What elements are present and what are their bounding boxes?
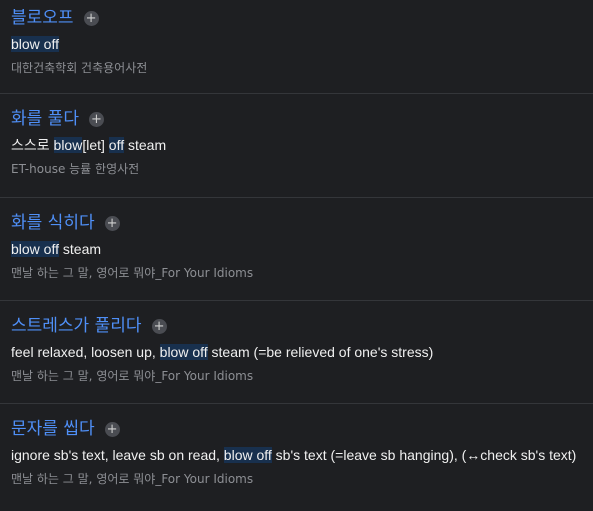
meaning-text: 스스로 xyxy=(11,137,54,153)
entry-header: 문자를 씹다 + xyxy=(11,417,593,441)
dictionary-entry: 화를 풀다 + 스스로 blow[let] off steam ET-house 능률… xyxy=(0,94,593,198)
entry-meaning: 스스로 blow[let] off steam xyxy=(11,135,593,155)
entry-title-link[interactable]: 화를 식히다 xyxy=(11,211,95,235)
entry-title-link[interactable]: 화를 풀다 xyxy=(11,107,79,131)
highlighted-term: off xyxy=(108,137,125,153)
meaning-text: steam xyxy=(124,137,167,153)
dictionary-entry: 블로오프 + blow off 대한건축학회 건축용어사전 xyxy=(0,0,593,94)
entry-title-link[interactable]: 문자를 씹다 xyxy=(11,417,95,441)
highlighted-term: blow xyxy=(53,137,83,153)
plus-icon: + xyxy=(85,10,97,26)
entry-header: 화를 식히다 + xyxy=(11,211,593,235)
dictionary-entry-list: 블로오프 + blow off 대한건축학회 건축용어사전화를 풀다 + 스스로 blow… xyxy=(0,0,593,511)
plus-icon: + xyxy=(106,215,118,231)
plus-icon: + xyxy=(153,318,165,334)
plus-icon: + xyxy=(106,421,118,437)
highlighted-term: blow off xyxy=(159,344,208,360)
add-to-wordbook-button[interactable]: + xyxy=(151,318,167,334)
highlighted-term: blow off xyxy=(11,36,59,52)
entry-source: 맨날 하는 그 말, 영어로 뭐야_For Your Idioms xyxy=(11,266,254,280)
entry-source: 맨날 하는 그 말, 영어로 뭐야_For Your Idioms xyxy=(11,472,254,486)
dictionary-entry: 화를 식히다 + blow off steam 맨날 하는 그 말, 영어로 뭐야_F… xyxy=(0,198,593,301)
entry-title-link[interactable]: 스트레스가 풀리다 xyxy=(11,314,142,338)
entry-header: 스트레스가 풀리다 + xyxy=(11,314,593,338)
entry-meaning: blow off xyxy=(11,34,593,54)
meaning-text: [let] xyxy=(82,137,109,153)
add-to-wordbook-button[interactable]: + xyxy=(104,421,120,437)
entry-meaning: feel relaxed, loosen up, blow off steam … xyxy=(11,342,593,362)
plus-icon: + xyxy=(91,111,102,127)
entry-meaning: blow off steam xyxy=(11,239,593,259)
entry-header: 화를 풀다 + xyxy=(11,107,593,131)
add-to-wordbook-button[interactable]: + xyxy=(83,10,99,26)
entry-source: 맨날 하는 그 말, 영어로 뭐야_For Your Idioms xyxy=(11,369,254,383)
meaning-text: feel relaxed, loosen up, xyxy=(11,344,160,360)
meaning-text: sb's text (=leave sb hanging), (↔check s… xyxy=(271,447,577,463)
entry-source: ET-house 능률 한영사전 xyxy=(11,162,140,176)
add-to-wordbook-button[interactable]: + xyxy=(104,215,120,231)
entry-header: 블로오프 + xyxy=(11,6,593,30)
meaning-text: ignore sb's text, leave sb on read, xyxy=(11,447,224,463)
highlighted-term: blow off xyxy=(223,447,272,463)
entry-source: 대한건축학회 건축용어사전 xyxy=(11,61,148,75)
meaning-text: steam xyxy=(59,241,102,257)
dictionary-entry: 문자를 씹다 + ignore sb's text, leave sb on rea… xyxy=(0,404,593,511)
add-to-wordbook-button[interactable]: + xyxy=(88,111,104,127)
meaning-text: steam (=be relieved of one's stress) xyxy=(207,344,434,360)
entry-meaning: ignore sb's text, leave sb on read, blow… xyxy=(11,445,593,465)
entry-title-link[interactable]: 블로오프 xyxy=(11,6,74,30)
dictionary-entry: 스트레스가 풀리다 + feel relaxed, loosen up, blow … xyxy=(0,301,593,404)
highlighted-term: blow off xyxy=(11,241,59,257)
